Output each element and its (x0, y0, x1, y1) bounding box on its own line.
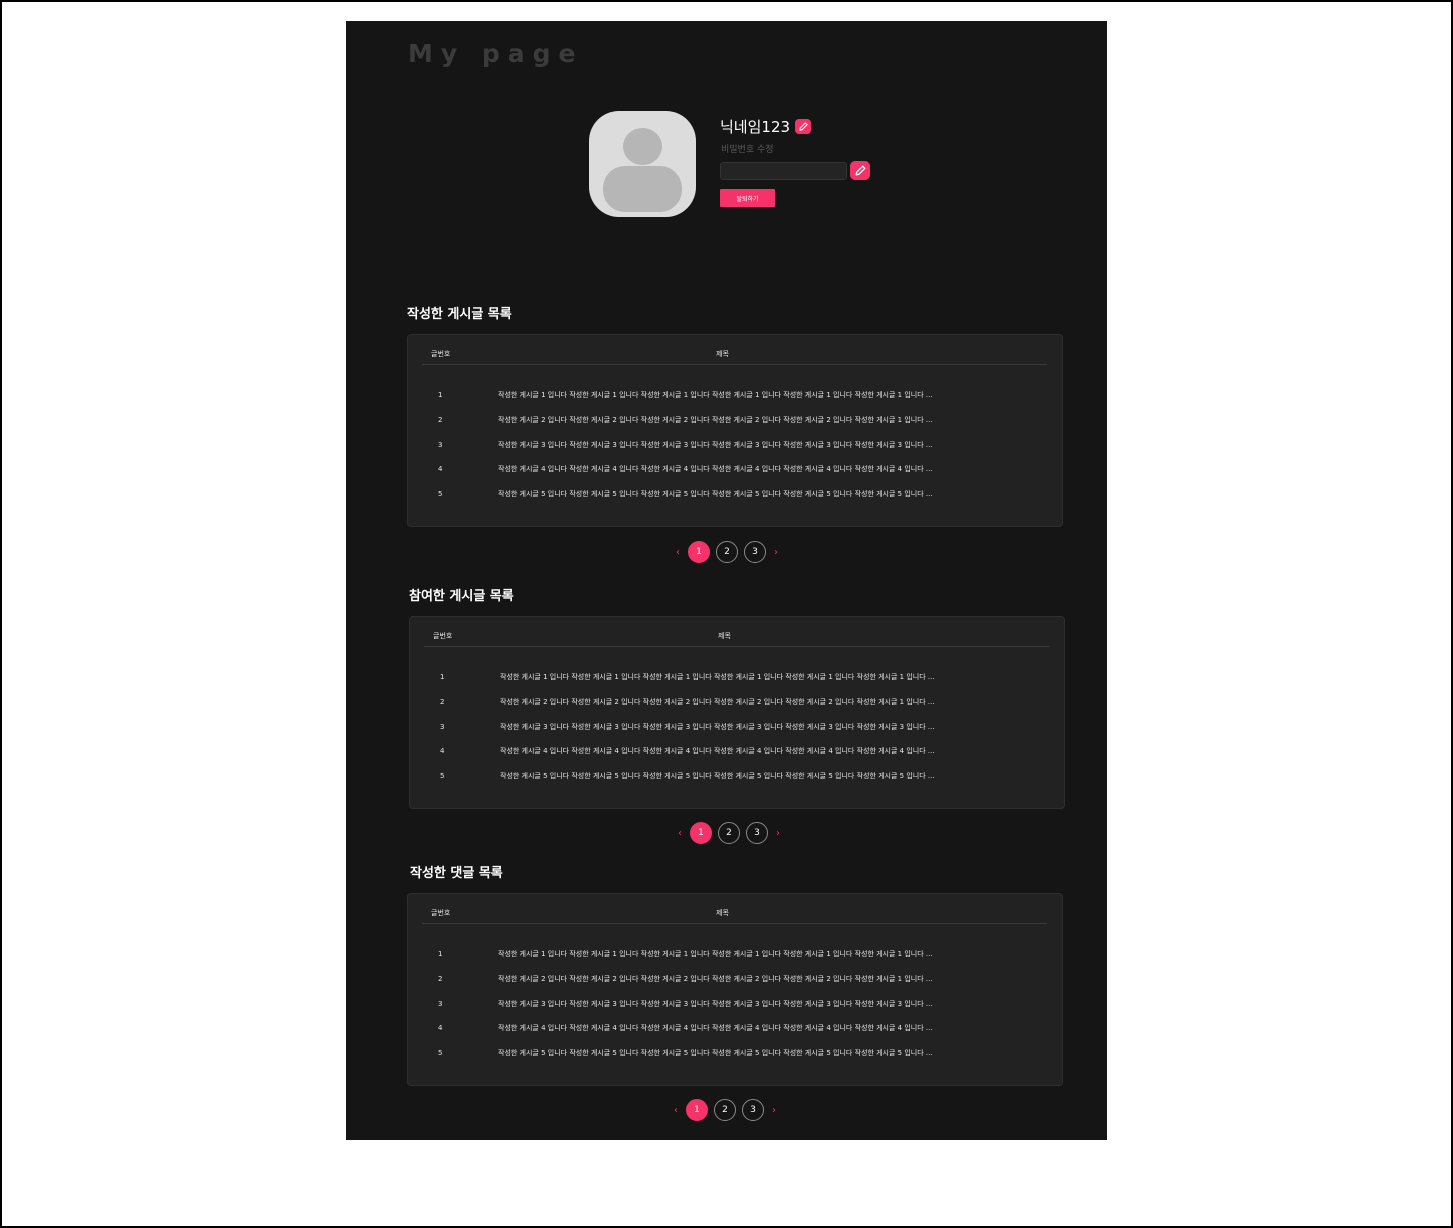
password-row (720, 161, 870, 180)
column-header-number: 글번호 (431, 909, 451, 917)
row-number: 3 (440, 723, 445, 731)
table-header: 글번호 제목 (422, 894, 1047, 924)
row-number: 5 (438, 1049, 443, 1057)
pagination: ‹ 1 2 3 › (672, 1099, 778, 1121)
row-title[interactable]: 작성한 게시글 5 입니다 작성한 게시글 5 입니다 작성한 게시글 5 입니… (498, 1048, 933, 1058)
pagination: ‹ 1 2 3 › (674, 541, 780, 563)
prev-page-button[interactable]: ‹ (676, 828, 684, 839)
my-posts-table: 글번호 제목 1 작성한 게시글 1 입니다 작성한 게시글 1 입니다 작성한 … (407, 334, 1063, 527)
user-avatar-icon[interactable] (589, 111, 696, 217)
row-title[interactable]: 작성한 게시글 1 입니다 작성한 게시글 1 입니다 작성한 게시글 1 입니… (498, 949, 933, 959)
row-number: 1 (438, 950, 443, 958)
next-page-button[interactable]: › (774, 828, 782, 839)
my-page: My page 닉네임123 비밀번호 수정 탈퇴하기 작성한 게시글 목록 글… (346, 21, 1107, 1140)
pencil-icon (798, 122, 808, 131)
table-row[interactable]: 2 작성한 게시글 2 입니다 작성한 게시글 2 입니다 작성한 게시글 2 입… (410, 695, 1064, 709)
joined-posts-table: 글번호 제목 1 작성한 게시글 1 입니다 작성한 게시글 1 입니다 작성한 … (409, 616, 1065, 809)
row-title[interactable]: 작성한 게시글 3 입니다 작성한 게시글 3 입니다 작성한 게시글 3 입니… (498, 999, 933, 1009)
table-row[interactable]: 2 작성한 게시글 2 입니다 작성한 게시글 2 입니다 작성한 게시글 2 입… (408, 413, 1062, 427)
table-row[interactable]: 1 작성한 게시글 1 입니다 작성한 게시글 1 입니다 작성한 게시글 1 입… (408, 388, 1062, 402)
next-page-button[interactable]: › (770, 1105, 778, 1116)
password-input[interactable] (720, 161, 847, 180)
section-title-joined-posts: 참여한 게시글 목록 (409, 589, 514, 604)
row-number: 5 (438, 490, 443, 498)
row-title[interactable]: 작성한 게시글 1 입니다 작성한 게시글 1 입니다 작성한 게시글 1 입니… (500, 672, 935, 682)
page-button-3[interactable]: 3 (742, 1099, 764, 1121)
row-number: 2 (438, 975, 443, 983)
table-row[interactable]: 4 작성한 게시글 4 입니다 작성한 게시글 4 입니다 작성한 게시글 4 입… (410, 744, 1064, 758)
page-button-1[interactable]: 1 (686, 1099, 708, 1121)
row-title[interactable]: 작성한 게시글 2 입니다 작성한 게시글 2 입니다 작성한 게시글 2 입니… (498, 415, 933, 425)
row-number: 5 (440, 772, 445, 780)
row-number: 2 (438, 416, 443, 424)
prev-page-button[interactable]: ‹ (674, 547, 682, 558)
pencil-icon (855, 165, 865, 176)
section-title-my-posts: 작성한 게시글 목록 (407, 307, 512, 322)
section-title-my-comments: 작성한 댓글 목록 (410, 866, 503, 881)
avatar-body-shape (603, 166, 682, 212)
row-title[interactable]: 작성한 게시글 5 입니다 작성한 게시글 5 입니다 작성한 게시글 5 입니… (500, 771, 935, 781)
row-number: 1 (438, 391, 443, 399)
table-row[interactable]: 3 작성한 게시글 3 입니다 작성한 게시글 3 입니다 작성한 게시글 3 입… (408, 997, 1062, 1011)
table-row[interactable]: 1 작성한 게시글 1 입니다 작성한 게시글 1 입니다 작성한 게시글 1 입… (408, 947, 1062, 961)
page-button-3[interactable]: 3 (744, 541, 766, 563)
table-row[interactable]: 2 작성한 게시글 2 입니다 작성한 게시글 2 입니다 작성한 게시글 2 입… (408, 972, 1062, 986)
my-comments-table: 글번호 제목 1 작성한 게시글 1 입니다 작성한 게시글 1 입니다 작성한 … (407, 893, 1063, 1086)
row-number: 1 (440, 673, 445, 681)
screenshot-frame: My page 닉네임123 비밀번호 수정 탈퇴하기 작성한 게시글 목록 글… (0, 0, 1453, 1228)
withdraw-button[interactable]: 탈퇴하기 (720, 189, 775, 207)
page-title: My page (408, 39, 584, 68)
page-button-1[interactable]: 1 (688, 541, 710, 563)
row-title[interactable]: 작성한 게시글 2 입니다 작성한 게시글 2 입니다 작성한 게시글 2 입니… (498, 974, 933, 984)
column-header-title: 제목 (718, 632, 731, 640)
table-row[interactable]: 5 작성한 게시글 5 입니다 작성한 게시글 5 입니다 작성한 게시글 5 입… (408, 487, 1062, 501)
nickname-text: 닉네임123 (720, 118, 791, 136)
row-title[interactable]: 작성한 게시글 4 입니다 작성한 게시글 4 입니다 작성한 게시글 4 입니… (498, 1023, 933, 1033)
column-header-title: 제목 (716, 350, 729, 358)
table-header: 글번호 제목 (424, 617, 1049, 647)
row-number: 4 (440, 747, 445, 755)
edit-nickname-button[interactable] (795, 119, 812, 134)
column-header-number: 글번호 (431, 350, 451, 358)
avatar-head-shape (623, 128, 662, 165)
column-header-title: 제목 (716, 909, 729, 917)
row-title[interactable]: 작성한 게시글 3 입니다 작성한 게시글 3 입니다 작성한 게시글 3 입니… (500, 722, 935, 732)
table-row[interactable]: 4 작성한 게시글 4 입니다 작성한 게시글 4 입니다 작성한 게시글 4 입… (408, 1021, 1062, 1035)
pagination: ‹ 1 2 3 › (676, 822, 782, 844)
row-number: 3 (438, 441, 443, 449)
edit-password-button[interactable] (850, 161, 870, 180)
page-button-3[interactable]: 3 (746, 822, 768, 844)
page-button-2[interactable]: 2 (718, 822, 740, 844)
page-button-1[interactable]: 1 (690, 822, 712, 844)
row-title[interactable]: 작성한 게시글 4 입니다 작성한 게시글 4 입니다 작성한 게시글 4 입니… (500, 746, 935, 756)
prev-page-button[interactable]: ‹ (672, 1105, 680, 1116)
row-number: 4 (438, 1024, 443, 1032)
next-page-button[interactable]: › (772, 547, 780, 558)
table-row[interactable]: 3 작성한 게시글 3 입니다 작성한 게시글 3 입니다 작성한 게시글 3 입… (410, 720, 1064, 734)
table-row[interactable]: 4 작성한 게시글 4 입니다 작성한 게시글 4 입니다 작성한 게시글 4 입… (408, 462, 1062, 476)
page-button-2[interactable]: 2 (716, 541, 738, 563)
row-number: 4 (438, 465, 443, 473)
row-title[interactable]: 작성한 게시글 5 입니다 작성한 게시글 5 입니다 작성한 게시글 5 입니… (498, 489, 933, 499)
table-row[interactable]: 1 작성한 게시글 1 입니다 작성한 게시글 1 입니다 작성한 게시글 1 입… (410, 670, 1064, 684)
row-title[interactable]: 작성한 게시글 2 입니다 작성한 게시글 2 입니다 작성한 게시글 2 입니… (500, 697, 935, 707)
table-row[interactable]: 5 작성한 게시글 5 입니다 작성한 게시글 5 입니다 작성한 게시글 5 입… (410, 769, 1064, 783)
row-title[interactable]: 작성한 게시글 1 입니다 작성한 게시글 1 입니다 작성한 게시글 1 입니… (498, 390, 933, 400)
nickname-row: 닉네임123 (720, 116, 812, 137)
row-title[interactable]: 작성한 게시글 3 입니다 작성한 게시글 3 입니다 작성한 게시글 3 입니… (498, 440, 933, 450)
column-header-number: 글번호 (433, 632, 453, 640)
table-header: 글번호 제목 (422, 335, 1047, 365)
password-edit-label: 비밀번호 수정 (721, 145, 774, 155)
page-button-2[interactable]: 2 (714, 1099, 736, 1121)
row-number: 3 (438, 1000, 443, 1008)
row-title[interactable]: 작성한 게시글 4 입니다 작성한 게시글 4 입니다 작성한 게시글 4 입니… (498, 464, 933, 474)
row-number: 2 (440, 698, 445, 706)
table-row[interactable]: 3 작성한 게시글 3 입니다 작성한 게시글 3 입니다 작성한 게시글 3 입… (408, 438, 1062, 452)
table-row[interactable]: 5 작성한 게시글 5 입니다 작성한 게시글 5 입니다 작성한 게시글 5 입… (408, 1046, 1062, 1060)
